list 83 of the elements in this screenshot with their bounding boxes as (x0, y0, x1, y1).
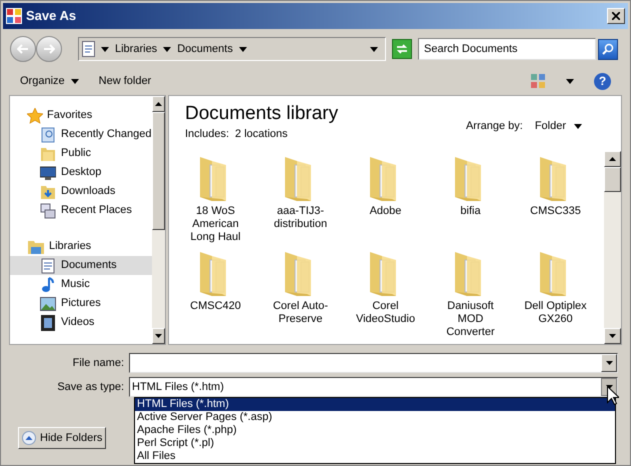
back-arrow-icon (17, 44, 29, 54)
caret-icon (238, 46, 247, 52)
sidebar-section[interactable]: Libraries (10, 237, 152, 256)
sidebar-item[interactable]: Music (10, 275, 152, 294)
folder-item[interactable]: bifia (428, 154, 513, 250)
scroll-thumb[interactable] (604, 167, 621, 192)
organize-button[interactable]: Organize (20, 72, 79, 90)
sidebar-item[interactable]: Recent Places (10, 201, 152, 220)
folder-item[interactable]: aaa-TIJ3-distribution (258, 154, 343, 250)
file-type-option[interactable]: HTML Files (*.htm) (135, 398, 615, 411)
window-title: Save As (26, 7, 78, 26)
search-icon (602, 43, 614, 55)
folder-item[interactable]: Dell Optiplex GX260 (513, 250, 598, 344)
scroll-up-icon[interactable] (154, 102, 162, 106)
folder-item[interactable]: CMSC335 (513, 154, 598, 250)
sidebar-item[interactable]: Public (10, 144, 152, 163)
folder-icon (40, 146, 56, 162)
document-icon (82, 41, 95, 57)
sidebar-item[interactable]: Recently Changed (10, 125, 152, 144)
folder-item[interactable]: CMSC420 (173, 250, 258, 344)
back-button[interactable] (10, 36, 36, 62)
folder-item[interactable]: Daniusoft MOD Converter (428, 250, 513, 344)
scroll-down-icon[interactable] (154, 334, 162, 338)
monitor-icon (40, 164, 56, 180)
refresh-icon (396, 43, 408, 55)
star-icon (27, 108, 43, 124)
caret-icon (574, 124, 582, 129)
caret-icon (70, 78, 79, 84)
search-button[interactable] (598, 38, 618, 60)
file-type-option[interactable]: Perl Script (*.pl) (135, 437, 615, 450)
library-icon (27, 238, 45, 254)
document-icon (41, 258, 55, 274)
document-icon (40, 126, 56, 142)
folder-item[interactable]: Corel Auto-Preserve (258, 250, 343, 344)
sidebar-item[interactable]: Videos (10, 313, 152, 332)
music-note-icon (41, 276, 55, 292)
scroll-down-icon[interactable] (609, 334, 616, 338)
search-field[interactable]: Search Documents (418, 38, 596, 60)
address-bar[interactable]: Libraries Documents (78, 37, 386, 61)
scrollbar[interactable] (604, 151, 621, 344)
caret-icon (370, 46, 378, 52)
file-name-label: File name: (72, 356, 125, 371)
computer-icon (40, 202, 56, 218)
file-type-option[interactable]: Active Server Pages (*.asp) (135, 411, 615, 424)
picture-icon (40, 296, 56, 310)
new-folder-button[interactable]: New folder (98, 72, 152, 90)
caret-icon (606, 361, 612, 365)
breadcrumb[interactable]: Documents (177, 40, 233, 58)
file-type-option[interactable]: All Files (135, 450, 615, 463)
arrange-by-dropdown[interactable]: Folder (534, 118, 582, 134)
caret-icon (101, 46, 109, 52)
close-button[interactable] (607, 8, 625, 24)
file-name-field[interactable] (129, 353, 618, 373)
folder-item[interactable]: Adobe (343, 154, 428, 250)
download-folder-icon (40, 184, 56, 200)
library-title: Documents library (185, 102, 338, 126)
sidebar-item[interactable]: Desktop (10, 163, 152, 182)
scrollbar[interactable] (152, 96, 165, 344)
view-caret-icon (566, 78, 574, 84)
app-icon (6, 8, 22, 24)
sidebar-section[interactable]: Favorites (10, 106, 152, 125)
includes-text: Includes: 2 locations (185, 127, 289, 142)
close-icon (612, 12, 620, 20)
sidebar-item[interactable]: Pictures (10, 294, 152, 313)
scroll-thumb[interactable] (152, 112, 165, 230)
breadcrumb[interactable]: Libraries (115, 40, 158, 58)
hide-folders-button[interactable]: Hide Folders (18, 427, 106, 449)
sidebar-item[interactable]: Downloads (10, 182, 152, 201)
caret-icon (163, 46, 172, 52)
forward-button[interactable] (36, 36, 62, 62)
save-type-label: Save as type: (56, 380, 125, 395)
save-type-combobox[interactable]: HTML Files (*.htm) (129, 377, 618, 397)
folder-item[interactable]: Corel VideoStudio (343, 250, 428, 344)
forward-arrow-icon (43, 44, 55, 54)
film-icon (41, 314, 55, 330)
refresh-button[interactable] (392, 39, 412, 59)
sidebar-item[interactable]: Documents (10, 256, 152, 275)
collapse-icon (22, 431, 36, 445)
arrange-by-label: Arrange by: (466, 119, 523, 134)
help-button[interactable]: ? (594, 72, 611, 90)
file-type-option[interactable]: Apache Files (*.php) (135, 424, 615, 437)
scroll-up-icon[interactable] (609, 157, 616, 161)
folder-item[interactable]: 18 WoS American Long Haul (173, 154, 258, 250)
